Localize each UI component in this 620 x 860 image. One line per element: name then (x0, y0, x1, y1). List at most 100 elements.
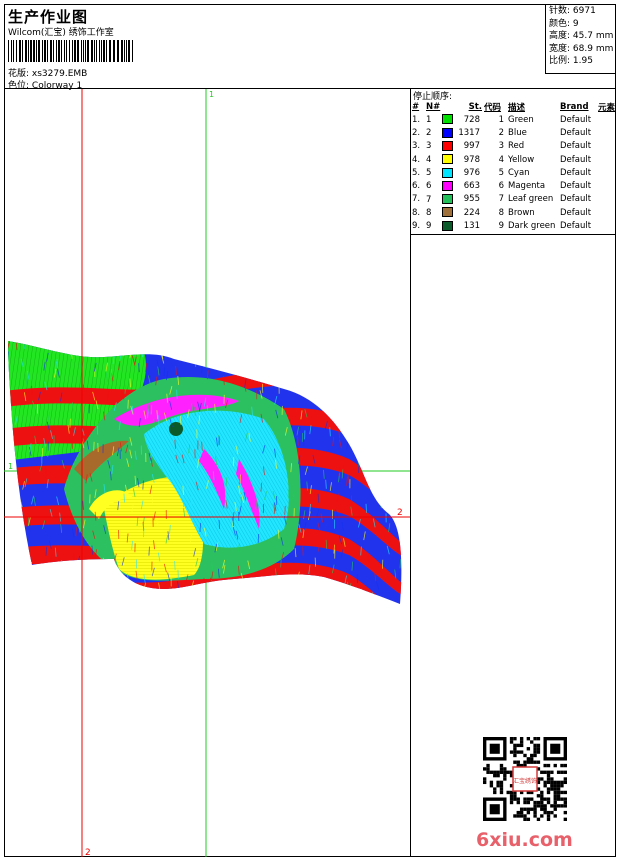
row-n-cell: 9 (426, 219, 456, 232)
row-n: 3 (426, 141, 432, 152)
row-n-cell: 6 (426, 179, 456, 192)
row-desc: Green (508, 114, 534, 125)
row-desc: Blue (508, 127, 527, 138)
row-stitches: 663 (463, 181, 480, 192)
col-desc: 描述 (508, 102, 526, 113)
row-stitches: 955 (463, 194, 480, 205)
row-index: 8. (412, 207, 421, 218)
row-index: 1. (412, 114, 421, 125)
row-code: 1 (498, 114, 504, 125)
col-n: N# (426, 101, 441, 112)
row-brand: Default (560, 167, 592, 178)
row-code: 9 (498, 221, 504, 232)
row-code: 8 (498, 207, 504, 218)
row-n-cell: 1 (426, 113, 456, 126)
row-code: 2 (498, 127, 504, 138)
row-index: 9. (412, 221, 421, 232)
row-brand: Default (560, 141, 592, 152)
color-swatch (442, 154, 453, 165)
stat-scale: 比例: 1.95 (549, 56, 593, 66)
row-n: 8 (426, 207, 432, 218)
color-swatch (442, 167, 453, 178)
company-name: Wilcom(汇宝) 绣饰工作室 (8, 28, 114, 38)
color-swatch (442, 180, 453, 191)
row-stitches: 728 (463, 114, 480, 125)
col-brand: Brand (560, 101, 589, 112)
page-title: 生产作业图 (8, 8, 89, 26)
row-desc: Yellow (508, 154, 535, 165)
thread-table: # N# St. 代码 描述 Brand 元素 1. 1 728 1 Green Defa… (412, 100, 615, 233)
stat-colors: 颜色: 9 (549, 18, 579, 29)
row-brand: Default (560, 181, 592, 192)
row-n: 4 (426, 154, 432, 165)
row-brand: Default (560, 154, 592, 165)
thread-row: 9. 9 131 9 Dark green Default (412, 219, 615, 232)
row-code: 4 (498, 154, 504, 165)
row-stitches: 978 (463, 154, 480, 165)
row-brand: Default (560, 207, 592, 218)
row-n: 9 (426, 221, 432, 232)
row-stitches: 1317 (458, 127, 480, 138)
row-code: 6 (498, 181, 504, 192)
row-desc: Cyan (508, 167, 530, 178)
row-index: 6. (412, 181, 421, 192)
thread-row: 5. 5 976 5 Cyan Default (412, 166, 615, 179)
guide-label-h-green: 1 (8, 462, 13, 471)
thread-table-box: 停止顺序: # N# St. 代码 描述 Brand 元素 1. 1 728 1 Gre… (411, 89, 616, 235)
row-index: 5. (412, 167, 421, 178)
row-brand: Default (560, 221, 592, 232)
stat-stitches: 针数: 6971 (549, 6, 596, 16)
header: 生产作业图 Wilcom(汇宝) 绣饰工作室 花版: xs3279.EMB 色位… (4, 4, 616, 91)
row-n-cell: 2 (426, 126, 456, 139)
thread-row: 3. 3 997 3 Red Default (412, 140, 615, 153)
row-desc: Red (508, 141, 525, 152)
stats-box: 针数: 6971 颜色: 9 高度: 45.7 mm 宽度: 68.9 mm 比… (545, 4, 616, 74)
col-element: 元素 (598, 102, 616, 113)
thread-row: 8. 8 224 8 Brown Default (412, 206, 615, 219)
col-stitches: St. (468, 101, 482, 112)
row-n-cell: 7 (426, 193, 456, 206)
qr-stamp-text: 汇宝绣饰 (513, 777, 537, 785)
row-desc: Dark green (508, 221, 556, 232)
design-canvas: 1 1 2 2 (4, 89, 410, 857)
row-n: 6 (426, 181, 432, 192)
row-index: 7. (412, 194, 421, 205)
row-element (598, 166, 615, 179)
stat-height: 高度: 45.7 mm (549, 31, 614, 41)
row-stitches: 976 (463, 167, 480, 178)
thread-row: 7. 7 955 7 Leaf green Default (412, 193, 615, 206)
row-n-cell: 3 (426, 140, 456, 153)
row-n: 5 (426, 168, 432, 179)
row-desc: Leaf green (508, 194, 554, 205)
row-code: 3 (498, 141, 504, 152)
right-panel: 停止顺序: # N# St. 代码 描述 Brand 元素 1. 1 728 1 Gre… (410, 89, 616, 857)
color-swatch (442, 140, 453, 151)
row-code: 7 (498, 194, 504, 205)
row-element (598, 153, 615, 166)
col-index: # (412, 101, 420, 112)
thread-row: 6. 6 663 6 Magenta Default (412, 179, 615, 192)
barcode (8, 40, 133, 62)
row-code: 5 (498, 167, 504, 178)
row-stitches: 224 (463, 207, 480, 218)
color-swatch (442, 207, 453, 218)
row-element (598, 179, 615, 192)
row-element (598, 113, 615, 126)
row-stitches: 997 (463, 141, 480, 152)
col-code: 代码 (484, 102, 502, 113)
row-index: 4. (412, 154, 421, 165)
row-n-cell: 8 (426, 206, 456, 219)
embroidery-design (8, 341, 402, 604)
color-swatch (442, 194, 453, 205)
thread-row: 4. 4 978 4 Yellow Default (412, 153, 615, 166)
thread-table-header: # N# St. 代码 描述 Brand 元素 (412, 100, 615, 113)
flag-stripe (8, 597, 402, 604)
row-desc: Magenta (508, 181, 546, 192)
color-swatch (442, 114, 453, 125)
row-brand: Default (560, 194, 592, 205)
row-n: 1 (426, 114, 432, 125)
thread-row: 2. 2 1317 2 Blue Default (412, 126, 615, 139)
row-n: 2 (426, 128, 432, 139)
row-n: 7 (426, 194, 432, 205)
row-stitches: 131 (463, 221, 480, 232)
